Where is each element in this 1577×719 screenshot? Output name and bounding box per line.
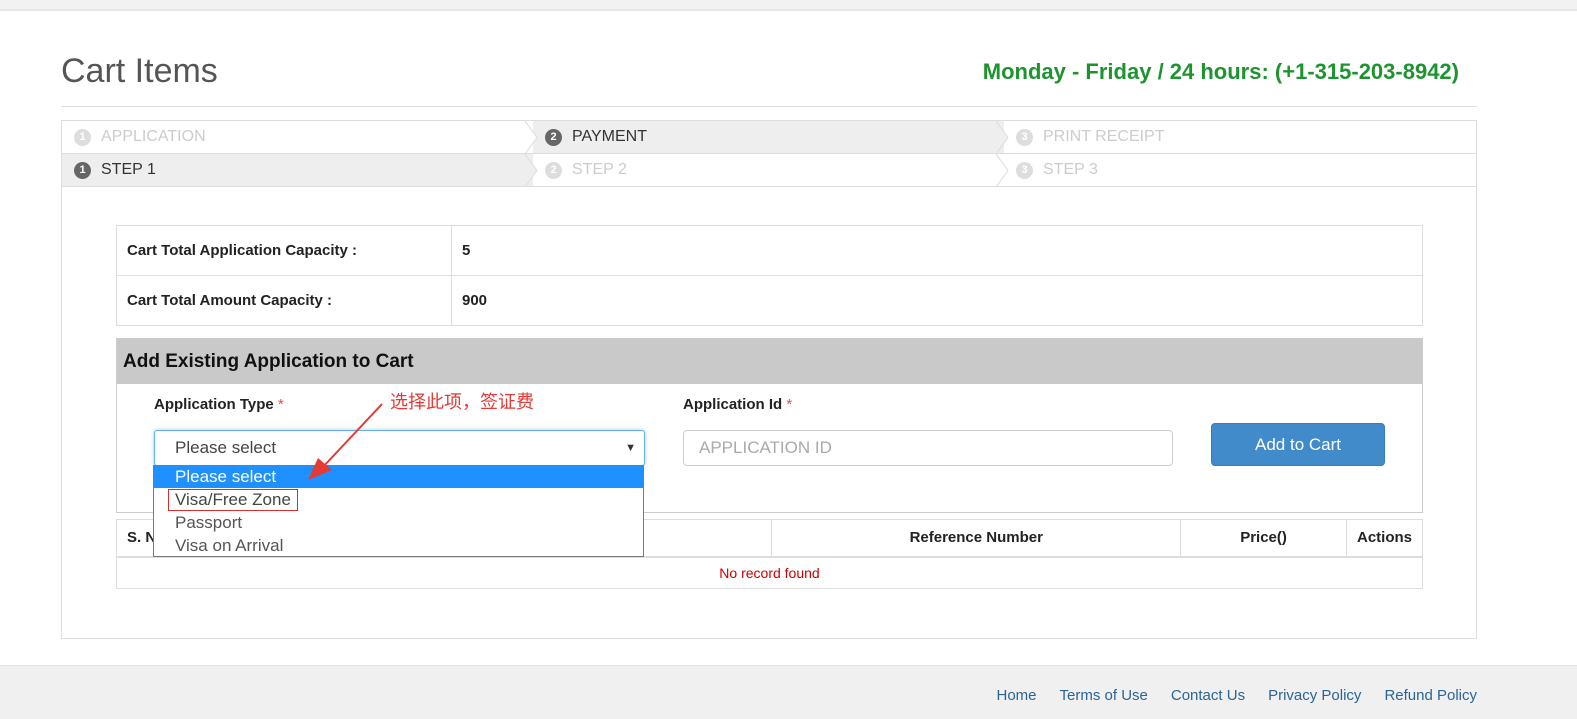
step-chevron-icon — [996, 154, 1009, 187]
amount-capacity-label: Cart Total Amount Capacity : — [116, 275, 452, 326]
step-number-icon: 3 — [1016, 161, 1033, 179]
option-passport[interactable]: Passport — [154, 511, 643, 534]
highlight-box: Visa/Free Zone — [168, 488, 298, 511]
step-chevron-icon — [996, 121, 1009, 154]
step-label: PRINT RECEIPT — [1043, 128, 1165, 145]
footer: Home Terms of Use Contact Us Privacy Pol… — [0, 665, 1577, 719]
application-id-label-text: Application Id — [683, 396, 783, 413]
footer-links: Home Terms of Use Contact Us Privacy Pol… — [997, 687, 1478, 704]
top-bar — [0, 0, 1577, 11]
select-value: Please select — [175, 438, 277, 457]
application-type-label: Application Type * — [154, 396, 284, 413]
sub-steps: 1 STEP 1 2 STEP 2 3 STEP 3 — [62, 154, 1476, 187]
step-2: 2 STEP 2 — [533, 154, 1009, 187]
application-type-label-text: Application Type — [154, 396, 274, 413]
footer-link-refund[interactable]: Refund Policy — [1384, 687, 1477, 704]
no-record-message: No record found — [116, 556, 1423, 589]
col-price: Price() — [1180, 519, 1347, 558]
table-row: Cart Total Amount Capacity : 900 — [116, 275, 1423, 326]
table-row: No record found — [116, 556, 1423, 589]
amount-capacity-value: 900 — [451, 275, 1423, 326]
col-reference-number: Reference Number — [771, 519, 1182, 558]
title-divider — [61, 106, 1477, 107]
footer-link-home[interactable]: Home — [997, 687, 1037, 704]
app-capacity-value: 5 — [451, 225, 1423, 276]
option-visa-on-arrival[interactable]: Visa on Arrival — [154, 534, 643, 557]
required-mark: * — [277, 396, 284, 413]
step-chevron-icon — [525, 154, 538, 187]
step-3: 3 STEP 3 — [1004, 154, 1476, 186]
col-actions: Actions — [1345, 519, 1424, 558]
option-visa-free-zone[interactable]: Visa/Free Zone — [154, 488, 643, 511]
step-number-icon: 3 — [1016, 128, 1033, 146]
required-mark: * — [786, 396, 793, 413]
step-label: STEP 3 — [1043, 161, 1098, 178]
add-to-cart-button[interactable]: Add to Cart — [1211, 423, 1385, 466]
step-number-icon: 1 — [74, 128, 91, 146]
step-label: APPLICATION — [101, 128, 206, 145]
step-label: PAYMENT — [572, 128, 647, 145]
step-application: 1 APPLICATION — [62, 121, 538, 154]
step-label: STEP 2 — [572, 161, 627, 178]
main-steps: 1 APPLICATION 2 PAYMENT 3 PRINT RECEIPT — [62, 121, 1476, 154]
step-chevron-icon — [525, 121, 538, 154]
input-placeholder: APPLICATION ID — [699, 438, 832, 457]
step-number-icon: 1 — [74, 161, 91, 179]
dropdown-arrow-icon: ▼ — [625, 442, 636, 454]
step-label: STEP 1 — [101, 161, 156, 178]
step-number-icon: 2 — [545, 161, 562, 179]
page-title: Cart Items — [61, 52, 218, 90]
step-print-receipt: 3 PRINT RECEIPT — [1004, 121, 1476, 153]
step-payment: 2 PAYMENT — [533, 121, 1009, 154]
footer-link-contact[interactable]: Contact Us — [1171, 687, 1245, 704]
support-hours: Monday - Friday / 24 hours: (+1-315-203-… — [982, 59, 1459, 84]
app-capacity-label: Cart Total Application Capacity : — [116, 225, 452, 276]
table-row: Cart Total Application Capacity : 5 — [116, 225, 1423, 276]
capacity-table: Cart Total Application Capacity : 5 Cart… — [116, 225, 1423, 326]
add-panel-heading: Add Existing Application to Cart — [117, 339, 1422, 384]
wizard-panel: 1 APPLICATION 2 PAYMENT 3 PRINT RECEIPT … — [61, 120, 1477, 639]
annotation-arrow-icon — [308, 403, 383, 480]
step-number-icon: 2 — [545, 128, 562, 146]
application-id-label: Application Id * — [683, 396, 792, 413]
application-id-input[interactable]: APPLICATION ID — [683, 430, 1173, 466]
step-1: 1 STEP 1 — [62, 154, 538, 187]
annotation-text: 选择此项，签证费 — [390, 392, 534, 413]
footer-link-terms[interactable]: Terms of Use — [1060, 687, 1148, 704]
footer-link-privacy[interactable]: Privacy Policy — [1268, 687, 1361, 704]
